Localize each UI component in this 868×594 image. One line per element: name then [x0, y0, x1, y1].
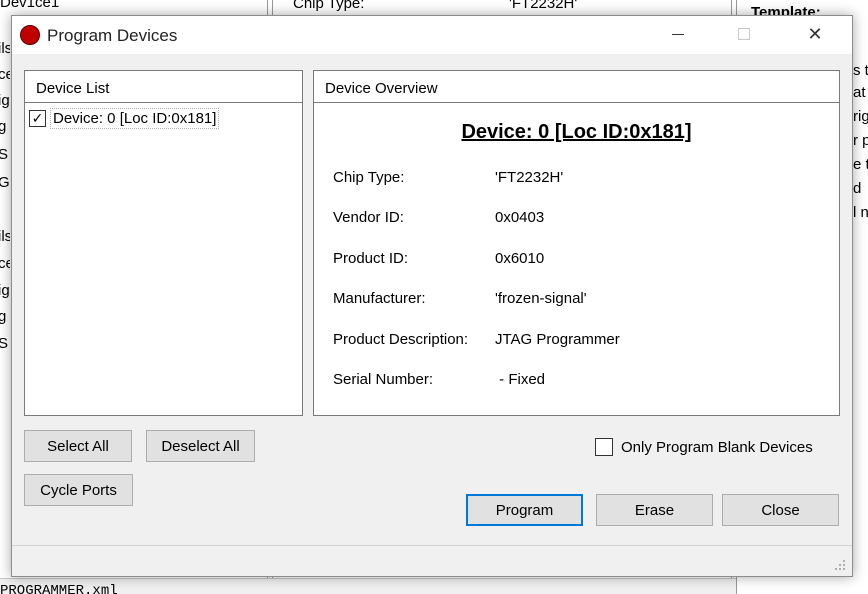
program-devices-dialog: Program Devices ✕ Device List ✓ Device: … — [11, 15, 853, 577]
device-list-item[interactable]: ✓ Device: 0 [Loc ID:0x181] — [29, 107, 220, 129]
program-button[interactable]: Program — [466, 494, 583, 526]
bg-fragment: ce — [0, 255, 10, 272]
bg-fragment: d — [853, 180, 862, 197]
close-window-button[interactable]: ✕ — [792, 16, 838, 52]
bg-fragment: g — [0, 118, 7, 135]
bg-fragment: at — [853, 84, 866, 101]
chip-type-value: 'FT2232H' — [495, 169, 564, 186]
product-description-value: JTAG Programmer — [495, 331, 620, 348]
manufacturer-label: Manufacturer: — [333, 290, 426, 307]
device-list-panel: Device List ✓ Device: 0 [Loc ID:0x181] — [24, 70, 303, 416]
device-overview-panel: Device Overview Device: 0 [Loc ID:0x181]… — [313, 70, 840, 416]
device-list-title: Device List — [36, 80, 110, 97]
dialog-title: Program Devices — [47, 26, 178, 45]
title-bar[interactable]: Program Devices ✕ — [12, 16, 852, 54]
bg-fragment: r p — [853, 132, 868, 149]
bg-fragment: ils — [0, 228, 10, 245]
bg-fragment: ce — [0, 66, 10, 83]
bg-fragment: S — [0, 146, 9, 163]
manufacturer-value: 'frozen-signal' — [495, 290, 587, 307]
erase-button[interactable]: Erase — [596, 494, 713, 526]
background-file-name: PROGRAMMER.xml — [0, 583, 118, 594]
product-id-label: Product ID: — [333, 250, 409, 267]
close-button[interactable]: Close — [722, 494, 839, 526]
resize-grip-icon[interactable] — [832, 557, 846, 571]
bg-fragment: rig — [853, 108, 868, 125]
background-chip-type-value: 'FT2232H' — [509, 0, 578, 12]
bg-fragment: e t — [853, 156, 868, 173]
status-bar-divider — [12, 545, 852, 546]
only-program-blank-label[interactable]: Only Program Blank Devices — [621, 439, 813, 456]
cycle-ports-button[interactable]: Cycle Ports — [24, 474, 133, 506]
screen: Dev1ce1 ils ce ig g S G ils ce ig g S Ch… — [0, 0, 868, 594]
deselect-all-button[interactable]: Deselect All — [146, 430, 255, 462]
background-chip-type-label: Chip Type: — [293, 0, 365, 12]
minimize-button[interactable] — [655, 16, 701, 52]
device-list-header: Device List — [25, 71, 302, 103]
maximize-icon — [738, 28, 750, 40]
bg-fragment: g — [0, 308, 7, 325]
bg-fragment: ils — [0, 40, 10, 57]
background-left-fragments: ils ce ig g S G ils ce ig g S — [0, 0, 10, 594]
close-icon: ✕ — [807, 23, 823, 44]
check-icon: ✓ — [31, 110, 44, 126]
device-overview-header: Device Overview — [314, 71, 839, 103]
device-overview-title: Device Overview — [325, 80, 438, 97]
product-id-value: 0x6010 — [495, 250, 545, 267]
bg-fragment: G — [0, 174, 10, 191]
red-circle-icon — [20, 25, 40, 45]
bg-fragment: s t — [853, 62, 868, 79]
select-all-button[interactable]: Select All — [24, 430, 132, 462]
background-bottom-strip: PROGRAMMER.xml — [0, 578, 736, 594]
device-overview-heading: Device: 0 [Loc ID:0x181] — [461, 121, 692, 143]
vendor-id-label: Vendor ID: — [333, 209, 404, 226]
device-list-item-label[interactable]: Device: 0 [Loc ID:0x181] — [50, 107, 220, 129]
vendor-id-value: 0x0403 — [495, 209, 545, 226]
bg-fragment: ig — [0, 282, 10, 299]
only-program-blank-option[interactable]: Only Program Blank Devices — [595, 436, 813, 458]
serial-number-value: - Fixed — [495, 371, 546, 388]
maximize-button[interactable] — [721, 16, 767, 52]
product-description-label: Product Description: — [333, 331, 469, 348]
serial-number-label: Serial Number: — [333, 371, 434, 388]
minimize-icon — [672, 33, 684, 35]
bg-fragment: S — [0, 335, 9, 352]
bg-fragment: l n — [853, 204, 868, 221]
bg-fragment: ig — [0, 92, 10, 109]
chip-type-label: Chip Type: — [333, 169, 405, 186]
device-checkbox[interactable]: ✓ — [29, 109, 46, 127]
only-program-blank-checkbox[interactable] — [595, 438, 613, 456]
